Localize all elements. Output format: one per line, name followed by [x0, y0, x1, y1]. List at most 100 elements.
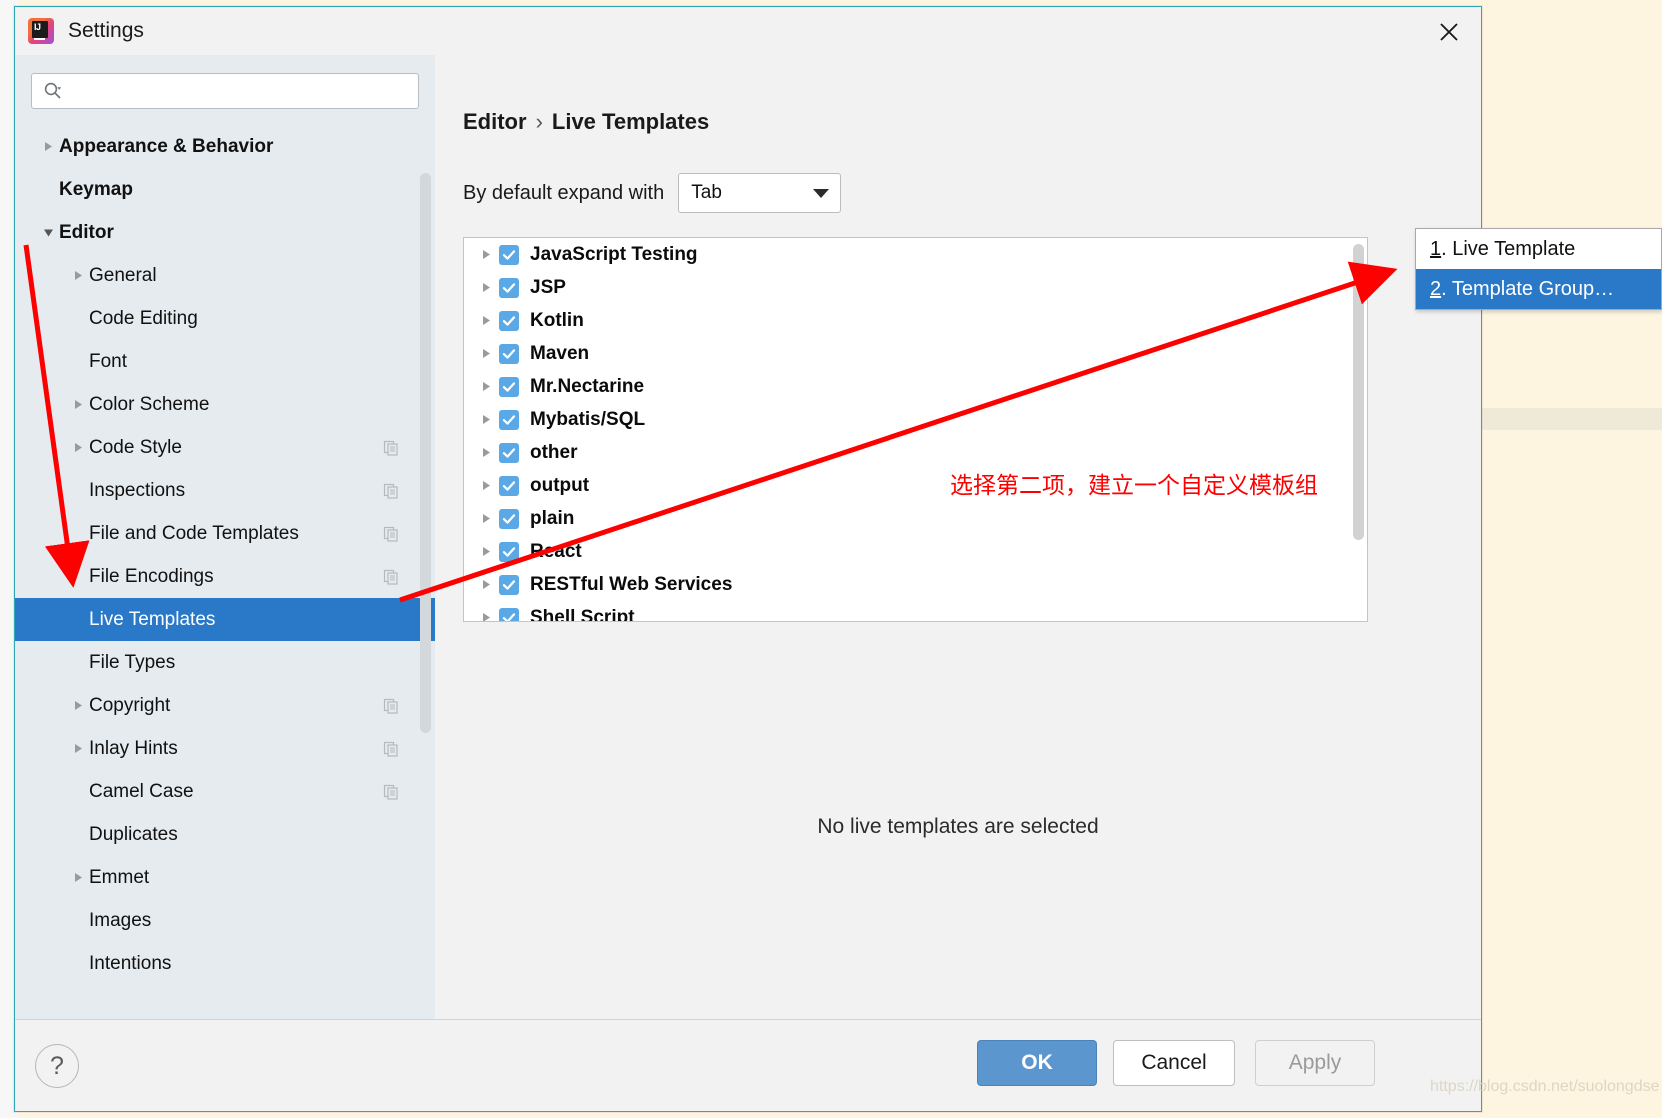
copy-settings-icon[interactable]: [383, 440, 399, 456]
copy-settings-icon[interactable]: [383, 698, 399, 714]
template-group-checkbox[interactable]: [499, 277, 519, 298]
disclosure-arrow-icon[interactable]: [474, 579, 499, 590]
disclosure-arrow-icon[interactable]: [67, 872, 89, 883]
template-groups-list[interactable]: JavaScript Testing JSP Kotlin Maven Mr.Necta…: [463, 237, 1368, 622]
dialog-title: Settings: [68, 19, 144, 42]
sidebar-item-label: Intentions: [89, 952, 172, 974]
template-group-row[interactable]: output: [464, 469, 1367, 502]
template-group-checkbox[interactable]: [499, 541, 519, 562]
disclosure-arrow-icon[interactable]: [474, 480, 499, 491]
context-menu-item[interactable]: 2. Template Group…: [1416, 269, 1661, 309]
disclosure-arrow-icon[interactable]: [474, 513, 499, 524]
template-group-label: JSP: [530, 276, 566, 298]
main-panel: Editor › Live Templates By default expand …: [435, 55, 1481, 1019]
copy-settings-icon[interactable]: [383, 483, 399, 499]
expand-with-select[interactable]: Tab: [678, 173, 842, 213]
template-group-label: output: [530, 474, 590, 496]
disclosure-arrow-icon[interactable]: [474, 315, 499, 326]
template-group-checkbox[interactable]: [499, 475, 519, 496]
template-group-row[interactable]: other: [464, 436, 1367, 469]
copy-settings-icon[interactable]: [383, 784, 399, 800]
backdrop-band-mid: [1480, 408, 1662, 430]
template-group-row[interactable]: plain: [464, 502, 1367, 535]
expand-with-value: Tab: [691, 182, 722, 203]
template-group-row[interactable]: Maven: [464, 337, 1367, 370]
sidebar-item-intentions[interactable]: Intentions: [15, 942, 435, 985]
template-group-label: Mr.Nectarine: [530, 375, 645, 397]
sidebar-item-file-types[interactable]: File Types: [15, 641, 435, 684]
disclosure-arrow-icon[interactable]: [67, 442, 89, 453]
search-box[interactable]: [31, 73, 419, 109]
disclosure-arrow-icon[interactable]: [474, 282, 499, 293]
template-group-checkbox[interactable]: [499, 376, 519, 397]
template-group-checkbox[interactable]: [499, 343, 519, 364]
template-group-checkbox[interactable]: [499, 310, 519, 331]
context-menu-item-label: . Live Template: [1441, 237, 1576, 260]
ok-button[interactable]: OK: [977, 1040, 1097, 1086]
help-button[interactable]: ?: [35, 1044, 79, 1088]
cancel-button[interactable]: Cancel: [1113, 1040, 1235, 1086]
disclosure-arrow-icon[interactable]: [474, 348, 499, 359]
breadcrumb-parent[interactable]: Editor: [463, 109, 527, 134]
disclosure-arrow-icon[interactable]: [67, 270, 89, 281]
template-group-row[interactable]: Kotlin: [464, 304, 1367, 337]
sidebar-item-inlay-hints[interactable]: Inlay Hints: [15, 727, 435, 770]
disclosure-arrow-icon[interactable]: [474, 414, 499, 425]
disclosure-arrow-icon[interactable]: [474, 249, 499, 260]
disclosure-arrow-icon[interactable]: [474, 612, 499, 621]
template-list-scrollbar[interactable]: [1353, 244, 1364, 540]
disclosure-arrow-icon[interactable]: [67, 700, 89, 711]
template-group-row[interactable]: RESTful Web Services: [464, 568, 1367, 601]
sidebar-item-keymap[interactable]: Keymap: [15, 168, 435, 211]
context-menu-item-number: 2: [1430, 277, 1442, 300]
context-menu-item[interactable]: 1. Live Template: [1416, 229, 1661, 269]
template-group-row[interactable]: JavaScript Testing: [464, 238, 1367, 271]
sidebar-item-general[interactable]: General: [15, 254, 435, 297]
template-group-checkbox[interactable]: [499, 607, 519, 621]
sidebar-item-color-scheme[interactable]: Color Scheme: [15, 383, 435, 426]
template-group-row[interactable]: Shell Script: [464, 601, 1367, 621]
disclosure-arrow-icon[interactable]: [37, 227, 59, 238]
template-group-checkbox[interactable]: [499, 442, 519, 463]
template-group-checkbox[interactable]: [499, 244, 519, 265]
close-icon[interactable]: [1434, 17, 1464, 47]
sidebar-item-images[interactable]: Images: [15, 899, 435, 942]
add-context-menu[interactable]: 1. Live Template 2. Template Group…: [1415, 228, 1662, 310]
sidebar-item-duplicates[interactable]: Duplicates: [15, 813, 435, 856]
sidebar-item-emmet[interactable]: Emmet: [15, 856, 435, 899]
sidebar-item-copyright[interactable]: Copyright: [15, 684, 435, 727]
template-group-label: React: [530, 540, 582, 562]
sidebar-item-editor[interactable]: Editor: [15, 211, 435, 254]
template-group-row[interactable]: React: [464, 535, 1367, 568]
template-group-checkbox[interactable]: [499, 574, 519, 595]
disclosure-arrow-icon[interactable]: [67, 743, 89, 754]
copy-settings-icon[interactable]: [383, 526, 399, 542]
search-input[interactable]: [67, 82, 410, 100]
expand-with-label: By default expand with: [463, 181, 665, 204]
sidebar-item-font[interactable]: Font: [15, 340, 435, 383]
disclosure-arrow-icon[interactable]: [474, 546, 499, 557]
sidebar-item-inspections[interactable]: Inspections: [15, 469, 435, 512]
sidebar-item-label: General: [89, 264, 157, 286]
sidebar-scrollbar[interactable]: [420, 173, 431, 733]
sidebar-item-file-and-code-templates[interactable]: File and Code Templates: [15, 512, 435, 555]
template-group-checkbox[interactable]: [499, 508, 519, 529]
disclosure-arrow-icon[interactable]: [474, 447, 499, 458]
template-group-checkbox[interactable]: [499, 409, 519, 430]
sidebar-item-label: Inlay Hints: [89, 737, 178, 759]
template-group-row[interactable]: Mr.Nectarine: [464, 370, 1367, 403]
sidebar-item-appearance-behavior[interactable]: Appearance & Behavior: [15, 125, 435, 168]
sidebar-item-file-encodings[interactable]: File Encodings: [15, 555, 435, 598]
copy-settings-icon[interactable]: [383, 741, 399, 757]
template-group-row[interactable]: Mybatis/SQL: [464, 403, 1367, 436]
disclosure-arrow-icon[interactable]: [474, 381, 499, 392]
sidebar-item-code-style[interactable]: Code Style: [15, 426, 435, 469]
apply-button[interactable]: Apply: [1255, 1040, 1375, 1086]
sidebar-item-live-templates[interactable]: Live Templates: [15, 598, 435, 641]
sidebar-item-code-editing[interactable]: Code Editing: [15, 297, 435, 340]
template-group-row[interactable]: JSP: [464, 271, 1367, 304]
disclosure-arrow-icon[interactable]: [37, 141, 59, 152]
disclosure-arrow-icon[interactable]: [67, 399, 89, 410]
copy-settings-icon[interactable]: [383, 569, 399, 585]
sidebar-item-camel-case[interactable]: Camel Case: [15, 770, 435, 813]
